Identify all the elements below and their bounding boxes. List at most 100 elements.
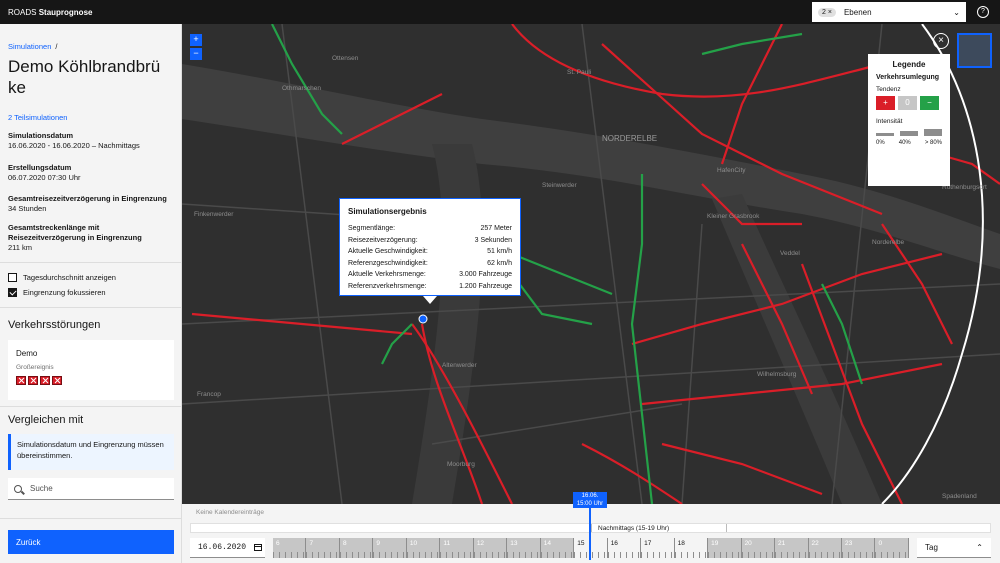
map-label: Altenwerder: [442, 362, 478, 369]
map-label: Wilhelmsburg: [757, 371, 797, 378]
time-needle-label[interactable]: 16.06. 15:00 Uhr: [573, 492, 607, 508]
disruption-card[interactable]: Demo Großereignis: [8, 340, 174, 400]
map-label: St. Pauli: [567, 69, 591, 76]
intensity-bar-low: [876, 133, 894, 136]
layer-count-badge[interactable]: 2 ×: [818, 7, 836, 17]
disruption-type: Großereignis: [16, 364, 54, 371]
intensity-bar-high: [924, 129, 942, 136]
field-creation-date: Erstellungsdatum 06.07.2020 07:30 Uhr: [8, 163, 81, 182]
divider: [0, 262, 182, 263]
popup-pointer: [423, 296, 437, 304]
divider: [0, 307, 182, 308]
river-branch: [712, 194, 882, 504]
section-title-compare: Vergleichen mit: [8, 414, 84, 426]
app-brand: ROADS Stauprognose: [8, 7, 93, 17]
calendar-note: Keine Kalendereinträge: [196, 509, 264, 516]
date-picker[interactable]: 16.06.2020: [190, 538, 265, 558]
granularity-select[interactable]: Tag ⌃: [917, 538, 991, 558]
hour-cell[interactable]: 12: [473, 538, 508, 558]
intensity-bar-mid: [900, 131, 918, 136]
map-label: Francop: [197, 391, 221, 398]
map-label: Steinwerder: [542, 182, 578, 189]
legend-tendency: + 0 −: [876, 96, 942, 110]
tendency-decrease: −: [920, 96, 939, 110]
legend-intensity-bars: [876, 129, 942, 136]
time-needle[interactable]: [589, 502, 591, 560]
legend-subtitle: Verkehrsumlegung: [876, 74, 940, 81]
checkbox-checked-icon[interactable]: [8, 288, 17, 297]
popup-row: Segmentlänge: 257 Meter: [348, 225, 512, 232]
legend-intensity-label: Intensität: [876, 118, 903, 125]
popup-row: Aktuelle Geschwindigkeit: 51 km/h: [348, 248, 512, 255]
layers-label: Ebenen: [843, 7, 872, 17]
hour-cell[interactable]: 13: [507, 538, 541, 558]
search-input[interactable]: Suche: [8, 478, 174, 500]
zoom-out-button[interactable]: −: [190, 48, 202, 60]
section-title-disruptions: Verkehrsstörungen: [8, 319, 101, 331]
checkbox-icon[interactable]: [8, 273, 17, 282]
chevron-down-icon: ⌄: [953, 7, 960, 17]
search-icon: [14, 484, 22, 493]
hour-cell[interactable]: 10: [406, 538, 441, 558]
map-label: Kleiner Grasbrook: [707, 213, 760, 220]
breadcrumb-simulations[interactable]: Simulationen: [8, 42, 51, 51]
map-label: Ottensen: [332, 55, 359, 62]
hour-cell[interactable]: 17: [641, 538, 675, 558]
back-button[interactable]: Zurück: [8, 530, 174, 554]
road-closure-icon: [40, 376, 50, 385]
hour-cell[interactable]: 11: [440, 538, 474, 558]
road-closure-icons: [16, 376, 62, 385]
hour-cell[interactable]: 20: [741, 538, 776, 558]
hour-cell[interactable]: 9: [373, 538, 407, 558]
divider: [0, 518, 182, 519]
hour-cell[interactable]: 16: [607, 538, 642, 558]
popup-title: Simulationsergebnis: [348, 207, 427, 216]
map-label: NORDERELBE: [602, 134, 657, 143]
field-simulation-date: Simulationsdatum 16.06.2020 - 16.06.2020 …: [8, 131, 140, 150]
help-icon[interactable]: ?: [977, 6, 989, 18]
layers-dropdown[interactable]: 2 × Ebenen ⌄: [812, 2, 966, 22]
popup-row: Aktuelle Verkehrsmenge: 3.000 Fahrzeuge: [348, 271, 512, 278]
chevron-up-icon: ⌃: [976, 543, 983, 552]
checkbox-daily-average[interactable]: Tagesdurchschnitt anzeigen: [8, 273, 116, 282]
tendency-neutral: 0: [898, 96, 917, 110]
road-closure-icon: [52, 376, 62, 385]
breadcrumb: Simulationen /: [8, 42, 58, 51]
hour-cell[interactable]: 22: [808, 538, 842, 558]
popup-row: Referenzgeschwindigkeit: 62 km/h: [348, 259, 512, 267]
popup-row: Referenzverkehrsmenge: 1.200 Fahrzeuge: [348, 282, 512, 290]
field-total-delay: Gesamtreisezeitverzögerung in Eingrenzun…: [8, 194, 167, 213]
hour-cell[interactable]: 6: [273, 538, 307, 558]
legend-panel: Legende Verkehrsumlegung Tendenz + 0 − I…: [868, 54, 950, 186]
popup-row: Reisezeitverzögerung: 3 Sekunden: [348, 236, 512, 244]
legend-title: Legende: [892, 60, 926, 69]
hour-cell[interactable]: 19: [708, 538, 742, 558]
sub-simulations-link[interactable]: 2 Teilsimulationen: [8, 113, 67, 122]
simulation-result-popup: Simulationsergebnis Segmentlänge: 257 Met…: [339, 198, 521, 296]
hour-cell[interactable]: 14: [540, 538, 575, 558]
hour-cell[interactable]: 8: [339, 538, 374, 558]
period-label: Nachmittags (15-19 Uhr): [598, 525, 670, 532]
map-label: Veddel: [780, 250, 800, 257]
hour-cell[interactable]: 7: [306, 538, 340, 558]
legend-intensity-ticks: 0% 40% > 80%: [876, 140, 942, 146]
calendar-icon[interactable]: [254, 544, 263, 551]
map-label: Norderelbe: [872, 239, 905, 246]
info-notification: Simulationsdatum und Eingrenzung müssen …: [8, 434, 174, 470]
map-label: Othmarschen: [282, 85, 321, 92]
close-icon[interactable]: ×: [933, 33, 949, 49]
hour-cell[interactable]: 18: [674, 538, 709, 558]
checkbox-focus-area[interactable]: Eingrenzung fokussieren: [8, 288, 106, 297]
basemap-switcher[interactable]: [957, 33, 992, 68]
road-closure-icon: [16, 376, 26, 385]
hour-track[interactable]: 6 7 8 9 10 11 12 13 14 15 16 17 18 19 20 21 22 23 0: [273, 538, 909, 558]
map-label: Finkenwerder: [194, 211, 234, 218]
sidebar: Simulationen / Demo Köhlbrandbrü ke 2 Tei…: [0, 24, 182, 563]
map-label: Moorburg: [447, 461, 475, 468]
hour-cell[interactable]: 23: [841, 538, 876, 558]
zoom-in-button[interactable]: +: [190, 34, 202, 46]
disruption-name: Demo: [16, 349, 38, 358]
map-label: Spadenland: [942, 493, 977, 500]
hour-cell[interactable]: 0: [875, 538, 909, 558]
hour-cell[interactable]: 21: [775, 538, 809, 558]
